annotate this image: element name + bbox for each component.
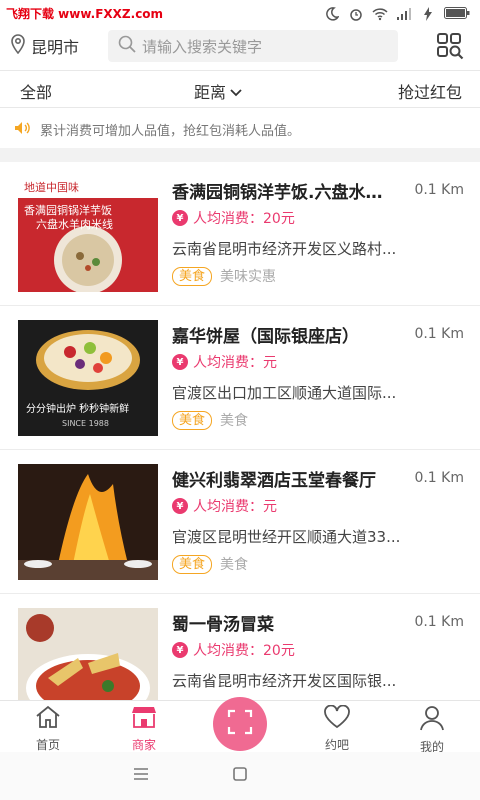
price-text: 人均消费：20元	[193, 211, 295, 227]
city-label: 昆明市	[31, 38, 80, 57]
yen-icon: ¥	[172, 498, 188, 514]
location-pin-icon	[10, 34, 26, 58]
merchant-address: 云南省昆明市经济开发区义路村...	[172, 240, 397, 258]
merchant-name: 健兴利翡翠酒店玉堂春餐厅	[172, 471, 376, 491]
system-nav-bar	[0, 752, 480, 800]
tab-merchants[interactable]: 商家	[109, 705, 179, 753]
merchant-address: 官渡区昆明世经开区顺通大道33...	[172, 528, 401, 546]
merchant-image: 地道中国味 香满园铜锅洋芋饭 六盘水羊肉米线	[18, 176, 158, 292]
filter-bar: 全部 距离 抢过红包	[0, 70, 480, 108]
yen-icon: ¥	[172, 642, 188, 658]
status-bar: 飞翔下载 www.FXXZ.com	[0, 0, 480, 26]
image-caption-1: 地道中国味	[24, 180, 79, 194]
merchant-tags: 美食 美食	[172, 554, 248, 574]
tab-home[interactable]: 首页	[13, 705, 83, 753]
merchant-name: 嘉华饼屋（国际银座店）	[172, 327, 359, 347]
filter-distance-label: 距离	[194, 83, 227, 102]
user-icon	[419, 705, 445, 735]
merchant-name: 蜀一骨汤冒菜	[172, 615, 274, 635]
tab-merchants-label: 商家	[131, 738, 156, 752]
status-icons	[324, 4, 470, 23]
merchant-address: 云南省昆明市经济开发区国际银...	[172, 672, 397, 690]
notice-text: 累计消费可增加人品值，抢红包消耗人品值。	[40, 123, 301, 139]
merchant-price: ¥ 人均消费：20元	[172, 208, 295, 228]
menu-icon[interactable]	[133, 766, 149, 785]
home-square-icon[interactable]	[233, 766, 247, 785]
scan-icon	[227, 709, 253, 739]
list-item[interactable]: 分分钟出炉 秒秒钟新鲜 SINCE 1988 嘉华饼屋（国际银座店） 0.1 K…	[0, 306, 480, 450]
merchant-name: 香满园铜锅洋芋饭.六盘水羊肉米线	[172, 183, 398, 203]
price-text: 人均消费：元	[193, 499, 277, 515]
tab-profile[interactable]: 我的	[397, 705, 467, 755]
merchant-address: 官渡区出口加工区顺通大道国际...	[172, 384, 397, 402]
image-caption-1: 分分钟出炉 秒秒钟新鲜	[26, 402, 129, 415]
section-divider	[0, 148, 480, 162]
bottom-tab-bar: 首页 商家 约吧 我的	[0, 697, 480, 755]
image-caption-2: 香满园铜锅洋芋饭	[24, 203, 112, 217]
watermark-text: 飞翔下载 www.FXXZ.com	[6, 7, 164, 21]
top-bar: 昆明市 请输入搜索关键字	[0, 26, 480, 68]
city-selector[interactable]: 昆明市	[10, 34, 79, 58]
yen-icon: ¥	[172, 210, 188, 226]
merchant-subtitle: 美食	[220, 413, 249, 429]
search-placeholder: 请输入搜索关键字	[142, 37, 263, 56]
moon-icon	[324, 6, 340, 22]
category-tag: 美食	[172, 410, 213, 430]
tab-date[interactable]: 约吧	[302, 704, 372, 753]
image-caption-2: SINCE 1988	[62, 419, 109, 428]
merchant-image	[18, 464, 158, 580]
wifi-icon	[372, 6, 388, 22]
merchant-price: ¥ 人均消费：元	[172, 496, 277, 516]
notice-bar: 累计消费可增加人品值，抢红包消耗人品值。	[0, 112, 480, 146]
price-text: 人均消费：元	[193, 355, 277, 371]
merchant-tags: 美食 美食	[172, 410, 248, 430]
speaker-icon	[14, 120, 32, 139]
search-icon	[118, 35, 136, 57]
tab-home-label: 首页	[35, 738, 60, 752]
merchant-price: ¥ 人均消费：20元	[172, 640, 295, 660]
merchant-distance: 0.1 Km	[414, 470, 464, 486]
category-tag: 美食	[172, 554, 213, 574]
store-icon	[131, 705, 157, 733]
image-caption-3: 六盘水羊肉米线	[36, 217, 113, 231]
merchant-distance: 0.1 Km	[414, 182, 464, 198]
alarm-icon	[348, 6, 364, 22]
grid-search-icon[interactable]	[436, 32, 464, 60]
filter-grabbed[interactable]: 抢过红包	[398, 79, 462, 103]
merchant-subtitle: 美食	[220, 557, 249, 573]
merchant-distance: 0.1 Km	[414, 326, 464, 342]
search-input[interactable]: 请输入搜索关键字	[108, 30, 398, 62]
charging-icon	[420, 6, 436, 22]
scan-button[interactable]	[213, 697, 267, 751]
battery-icon	[444, 4, 470, 23]
chevron-down-icon	[230, 82, 242, 101]
filter-distance[interactable]: 距离	[194, 79, 242, 103]
merchant-list: 地道中国味 香满园铜锅洋芋饭 六盘水羊肉米线 香满园铜锅洋芋饭.六盘水羊肉米线 …	[0, 162, 480, 738]
heart-icon	[323, 704, 351, 733]
merchant-distance: 0.1 Km	[414, 614, 464, 630]
tab-date-label: 约吧	[324, 738, 349, 752]
merchant-tags: 美食 美味实惠	[172, 266, 276, 286]
merchant-subtitle: 美味实惠	[220, 269, 277, 285]
price-text: 人均消费：20元	[193, 643, 295, 659]
category-tag: 美食	[172, 266, 213, 286]
merchant-image: 分分钟出炉 秒秒钟新鲜 SINCE 1988	[18, 320, 158, 436]
filter-all[interactable]: 全部	[20, 79, 52, 103]
home-icon	[35, 705, 61, 733]
merchant-price: ¥ 人均消费：元	[172, 352, 277, 372]
yen-icon: ¥	[172, 354, 188, 370]
list-item[interactable]: 健兴利翡翠酒店玉堂春餐厅 0.1 Km ¥ 人均消费：元 官渡区昆明世经开区顺通…	[0, 450, 480, 594]
signal-icon	[396, 6, 412, 22]
list-item[interactable]: 地道中国味 香满园铜锅洋芋饭 六盘水羊肉米线 香满园铜锅洋芋饭.六盘水羊肉米线 …	[0, 162, 480, 306]
